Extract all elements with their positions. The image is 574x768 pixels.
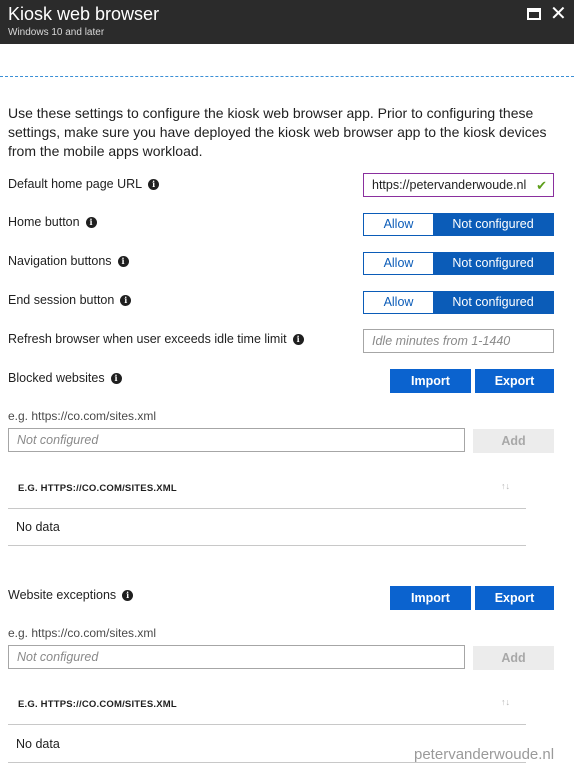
- info-icon[interactable]: i: [85, 216, 97, 228]
- home-button-label: Home button i: [8, 215, 97, 229]
- home-button-allow[interactable]: Allow: [364, 214, 433, 235]
- check-icon: ✔: [536, 178, 547, 193]
- sort-icon[interactable]: ↑↓: [501, 697, 510, 707]
- website-exceptions-label: Website exceptions i: [8, 588, 134, 602]
- blade-subtitle: Windows 10 and later: [8, 27, 105, 38]
- website-exceptions-label-text: Website exceptions: [8, 588, 117, 602]
- exceptions-import-button[interactable]: Import: [390, 586, 471, 610]
- home-url-value: https://petervanderwoude.nl: [372, 178, 527, 192]
- navigation-buttons-label-text: Navigation buttons: [8, 254, 112, 268]
- refresh-label: Refresh browser when user exceeds idle t…: [8, 332, 304, 346]
- end-session-label: End session button i: [8, 293, 132, 307]
- close-icon[interactable]: ✕: [550, 2, 567, 26]
- info-icon[interactable]: i: [122, 589, 134, 601]
- blocked-hint: e.g. https://co.com/sites.xml: [8, 409, 157, 423]
- blocked-grid-divider: [8, 508, 526, 509]
- blocked-url-input[interactable]: Not configured: [8, 428, 465, 452]
- exceptions-empty-text: No data: [16, 737, 60, 751]
- home-url-label-text: Default home page URL: [8, 177, 143, 191]
- blocked-url-placeholder: Not configured: [17, 433, 99, 447]
- exceptions-export-button[interactable]: Export: [475, 586, 554, 610]
- end-session-label-text: End session button: [8, 293, 115, 307]
- blocked-websites-label-text: Blocked websites: [8, 371, 105, 385]
- navigation-buttons-not-configured[interactable]: Not configured: [433, 253, 553, 274]
- intro-text: Use these settings to configure the kios…: [8, 105, 547, 159]
- exceptions-url-placeholder: Not configured: [17, 650, 99, 664]
- blocked-export-button[interactable]: Export: [475, 369, 554, 393]
- info-icon[interactable]: i: [110, 372, 122, 384]
- sort-icon[interactable]: ↑↓: [501, 481, 510, 491]
- end-session-allow[interactable]: Allow: [364, 292, 433, 313]
- exceptions-url-input[interactable]: Not configured: [8, 645, 465, 669]
- info-icon[interactable]: i: [148, 178, 160, 190]
- exceptions-hint: e.g. https://co.com/sites.xml: [8, 626, 157, 640]
- info-icon[interactable]: i: [117, 255, 129, 267]
- maximize-icon[interactable]: [527, 8, 541, 20]
- blocked-grid-divider: [8, 545, 526, 546]
- blocked-column-header[interactable]: E.G. HTTPS://CO.COM/SITES.XML: [18, 483, 177, 494]
- watermark: petervanderwoude.nl: [414, 746, 555, 763]
- exceptions-grid-divider: [8, 724, 526, 725]
- refresh-label-text: Refresh browser when user exceeds idle t…: [8, 332, 287, 346]
- exceptions-add-button[interactable]: Add: [473, 646, 554, 670]
- navigation-buttons-label: Navigation buttons i: [8, 254, 129, 268]
- exceptions-column-header[interactable]: E.G. HTTPS://CO.COM/SITES.XML: [18, 699, 177, 710]
- idle-minutes-input[interactable]: Idle minutes from 1-1440: [363, 329, 554, 353]
- end-session-not-configured[interactable]: Not configured: [433, 292, 553, 313]
- home-url-input[interactable]: https://petervanderwoude.nl ✔: [363, 173, 554, 197]
- loading-indicator: [0, 76, 574, 77]
- info-icon[interactable]: i: [292, 333, 304, 345]
- blocked-websites-label: Blocked websites i: [8, 371, 122, 385]
- idle-minutes-placeholder: Idle minutes from 1-1440: [372, 334, 511, 348]
- home-button-label-text: Home button: [8, 215, 80, 229]
- end-session-toggle: Allow Not configured: [363, 291, 554, 314]
- navigation-buttons-allow[interactable]: Allow: [364, 253, 433, 274]
- info-icon[interactable]: i: [120, 294, 132, 306]
- home-url-label: Default home page URL i: [8, 177, 160, 191]
- blocked-empty-text: No data: [16, 520, 60, 534]
- home-button-toggle: Allow Not configured: [363, 213, 554, 236]
- blocked-import-button[interactable]: Import: [390, 369, 471, 393]
- navigation-buttons-toggle: Allow Not configured: [363, 252, 554, 275]
- blocked-add-button[interactable]: Add: [473, 429, 554, 453]
- home-button-not-configured[interactable]: Not configured: [433, 214, 553, 235]
- blade-title: Kiosk web browser: [8, 4, 160, 24]
- blade-header: Kiosk web browser Windows 10 and later ✕: [0, 0, 574, 44]
